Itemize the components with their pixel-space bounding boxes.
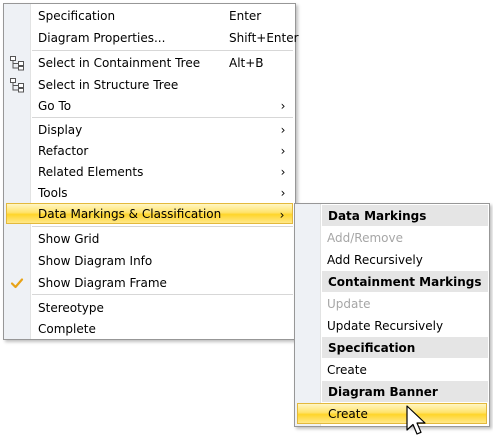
menu-item-label: Show Grid [38, 231, 100, 246]
menu-item-go-to[interactable]: Go To › [4, 95, 295, 116]
submenu-section-diagram-banner: Diagram Banner [322, 381, 488, 402]
submenu-item-update-recursively[interactable]: Update Recursively [295, 315, 489, 336]
submenu-section-specification: Specification [322, 337, 488, 358]
menu-item-label: Specification [38, 8, 116, 23]
menu-item-label: Show Diagram Frame [38, 275, 167, 290]
section-label: Containment Markings [328, 274, 482, 289]
menu-item-label: Select in Containment Tree [38, 55, 201, 70]
menu-item-label: Stereotype [38, 300, 104, 315]
menu-item-shortcut: Alt+B [229, 55, 264, 70]
chevron-right-icon: › [280, 143, 286, 158]
menu-item-label: Go To [38, 98, 72, 113]
menu-item-label: Select in Structure Tree [38, 77, 179, 92]
menu-item-select-in-structure-tree[interactable]: Select in Structure Tree [4, 74, 295, 95]
submenu-item-add-remove: Add/Remove [295, 227, 489, 248]
menu-item-data-markings-classification[interactable]: Data Markings & Classification › [6, 203, 293, 224]
context-menu: Specification Enter Diagram Properties..… [3, 3, 299, 340]
menu-separator [32, 117, 293, 118]
menu-item-specification[interactable]: Specification Enter [4, 5, 295, 26]
submenu-section-containment-markings: Containment Markings [322, 271, 488, 292]
menu-separator [32, 294, 293, 295]
menu-item-label: Display [38, 122, 83, 137]
menu-item-show-diagram-frame[interactable]: Show Diagram Frame [4, 272, 295, 293]
menu-item-shortcut: Shift+Enter [229, 30, 299, 45]
menu-item-show-grid[interactable]: Show Grid [4, 228, 295, 249]
menu-item-label: Add/Remove [327, 230, 403, 245]
menu-item-complete[interactable]: Complete [4, 318, 295, 339]
submenu-item-add-recursively[interactable]: Add Recursively [295, 249, 489, 270]
menu-item-label: Update [327, 296, 371, 311]
menu-separator [32, 226, 293, 227]
menu-item-shortcut: Enter [229, 8, 262, 23]
chevron-right-icon: › [280, 185, 286, 200]
menu-item-diagram-properties[interactable]: Diagram Properties... Shift+Enter [4, 27, 299, 48]
menu-item-label: Add Recursively [327, 252, 423, 267]
menu-item-related-elements[interactable]: Related Elements › [4, 161, 295, 182]
submenu-section-data-markings: Data Markings [322, 205, 488, 226]
menu-item-label: Data Markings & Classification [38, 206, 222, 221]
chevron-right-icon: › [280, 164, 286, 179]
menu-item-show-diagram-info[interactable]: Show Diagram Info [4, 250, 295, 271]
structure-tree-icon [9, 77, 25, 93]
section-label: Diagram Banner [328, 384, 438, 399]
checkmark-icon [9, 275, 25, 291]
containment-tree-icon [9, 55, 25, 71]
menu-item-label: Diagram Properties... [38, 30, 166, 45]
chevron-right-icon: › [280, 122, 286, 137]
menu-item-refactor[interactable]: Refactor › [4, 140, 295, 161]
menu-item-select-in-containment-tree[interactable]: Select in Containment Tree Alt+B [4, 52, 295, 73]
menu-item-label: Show Diagram Info [38, 253, 153, 268]
menu-item-label: Refactor [38, 143, 89, 158]
menu-separator [32, 50, 293, 51]
data-markings-submenu: Data Markings Add/Remove Add Recursively… [294, 203, 490, 427]
menu-item-tools[interactable]: Tools › [4, 182, 295, 203]
menu-item-label: Update Recursively [327, 318, 444, 333]
section-label: Data Markings [328, 208, 427, 223]
submenu-item-diagram-banner-create[interactable]: Create [297, 403, 487, 424]
menu-item-label: Tools [38, 185, 68, 200]
chevron-right-icon: › [279, 207, 285, 222]
menu-item-label: Create [328, 406, 368, 421]
menu-item-label: Complete [38, 321, 96, 336]
menu-item-display[interactable]: Display › [4, 119, 295, 140]
menu-item-stereotype[interactable]: Stereotype [4, 297, 295, 318]
chevron-right-icon: › [280, 98, 286, 113]
submenu-item-update: Update [295, 293, 489, 314]
menu-item-label: Create [327, 362, 367, 377]
menu-item-label: Related Elements [38, 164, 144, 179]
section-label: Specification [328, 340, 416, 355]
mouse-cursor-icon [406, 405, 428, 439]
submenu-item-specification-create[interactable]: Create [295, 359, 489, 380]
